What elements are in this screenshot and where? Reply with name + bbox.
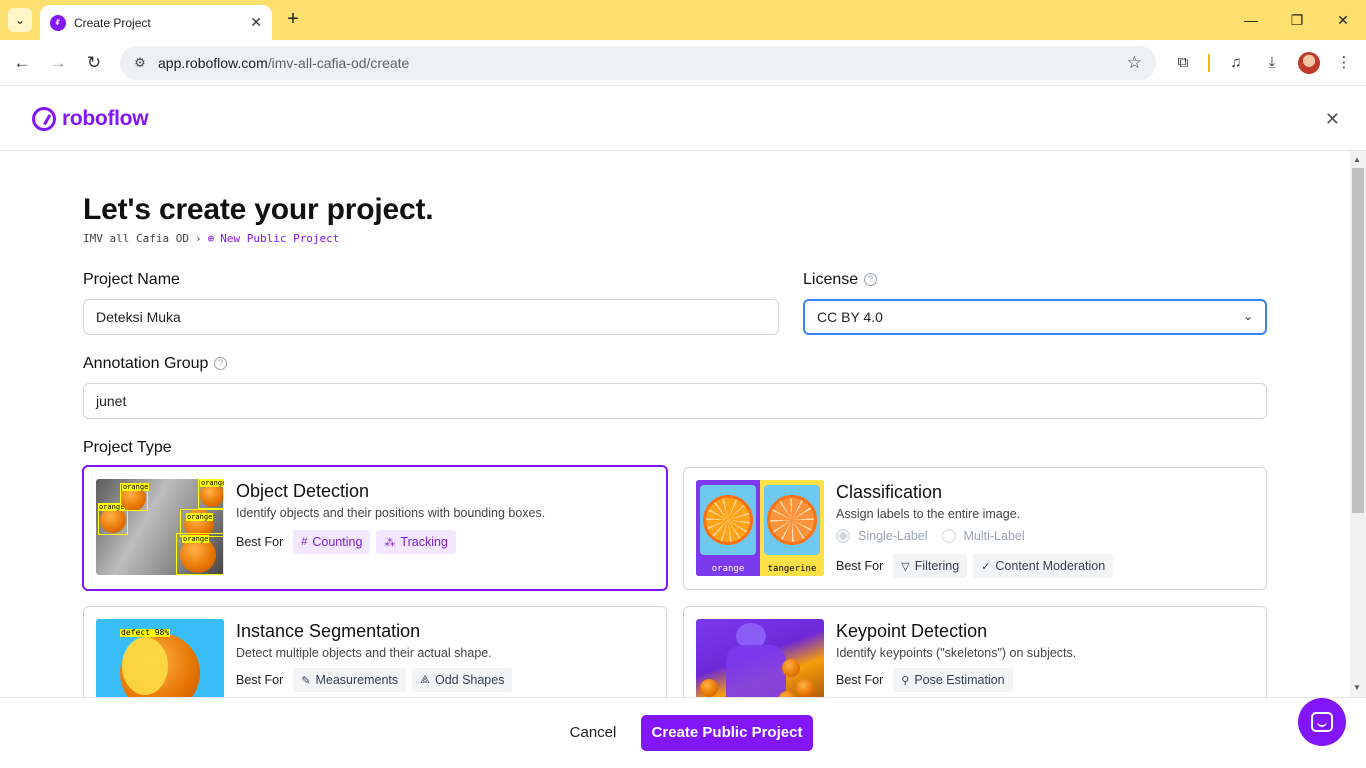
page-scrollbar[interactable]: ▲ ▼ (1350, 151, 1366, 697)
hash-icon: # (301, 536, 308, 548)
card-description: Detect multiple objects and their actual… (236, 646, 492, 660)
chevron-right-icon: › (194, 232, 202, 245)
keypoint-detection-thumbnail (696, 619, 824, 697)
card-description: Assign labels to the entire image. (836, 507, 1021, 521)
card-description: Identify objects and their positions wit… (236, 506, 546, 520)
shapes-icon: ⟁ (420, 673, 430, 686)
roboflow-logo[interactable]: roboflow (32, 107, 149, 131)
site-settings-icon[interactable]: ⚙ (130, 53, 150, 73)
best-for-label: Best For (836, 673, 884, 687)
classification-thumbnail: orange tangerine (696, 480, 824, 576)
breadcrumb: IMV all Cafia OD › ⊕ New Public Project (83, 232, 339, 245)
help-icon[interactable]: ? (214, 357, 228, 370)
cancel-button[interactable]: Cancel (555, 715, 631, 751)
reload-icon[interactable]: ↻ (82, 51, 106, 75)
back-icon[interactable]: ← (10, 51, 34, 75)
card-title: Keypoint Detection (836, 621, 988, 641)
instance-segmentation-thumbnail: defect 98% (96, 619, 224, 697)
scroll-up-icon[interactable]: ▲ (1353, 155, 1361, 164)
radio-multi-label[interactable]: Multi-Label (941, 529, 1025, 543)
check-icon: ✓ (981, 560, 991, 573)
minimize-icon[interactable]: — (1236, 8, 1266, 32)
browser-tab[interactable]: ᵲ Create Project ✕ (40, 5, 272, 40)
best-for-label: Best For (836, 559, 884, 573)
project-type-classification[interactable]: orange tangerine Classification Assign l… (683, 467, 1267, 590)
form-footer: Cancel Create Public Project (0, 697, 1366, 768)
browser-menu-icon[interactable]: ⋮ (1333, 52, 1355, 74)
help-icon[interactable]: ? (864, 273, 878, 286)
chip-odd-shapes: ⟁ Odd Shapes (412, 668, 513, 692)
best-for-label: Best For (236, 535, 284, 549)
license-label-wrap: License? (803, 271, 878, 289)
license-value: CC BY 4.0 (817, 309, 883, 325)
scrollbar-thumb[interactable] (1352, 168, 1364, 513)
tab-close-icon[interactable]: ✕ (250, 14, 262, 31)
object-detection-thumbnail: orange orange orange orange orange (96, 479, 224, 575)
label-mode-radios: Single-Label Multi-Label (836, 529, 1025, 543)
filter-icon: ▽ (901, 560, 910, 573)
chip-filtering: ▽ Filtering (893, 554, 968, 578)
project-type-object-detection[interactable]: orange orange orange orange orange Objec… (82, 465, 668, 591)
forward-icon[interactable]: → (46, 51, 70, 75)
chat-icon (1311, 712, 1333, 732)
card-title: Instance Segmentation (236, 621, 421, 641)
ruler-icon: ✎ (301, 674, 311, 687)
tab-title: Create Project (74, 15, 151, 30)
project-type-label: Project Type (83, 439, 172, 456)
media-controls-icon[interactable]: ♫ (1225, 52, 1247, 74)
best-for-row: Best For ▽ Filtering ✓ Content Moderation (836, 554, 1114, 578)
url-text: app.roboflow.com/imv-all-cafia-od/create (158, 55, 410, 71)
card-description: Identify keypoints ("skeletons") on subj… (836, 646, 1077, 660)
project-name-input[interactable]: Deteksi Muka (83, 299, 779, 335)
project-name-label: Project Name (83, 271, 180, 288)
restore-icon[interactable]: ❐ (1282, 8, 1312, 32)
best-for-row: Best For ⚲ Pose Estimation (836, 668, 1013, 692)
annotation-group-label: Annotation Group (83, 355, 209, 372)
chip-counting: # Counting (293, 530, 371, 554)
download-icon[interactable]: ⤓ (1261, 52, 1283, 74)
globe-icon: ⊕ (207, 232, 215, 245)
roboflow-logo-icon (32, 107, 56, 131)
tracking-icon: ⁂ (384, 536, 396, 549)
url-bar[interactable]: ⚙ app.roboflow.com/imv-all-cafia-od/crea… (120, 46, 1156, 80)
best-for-label: Best For (236, 673, 284, 687)
create-project-form: Let's create your project. IMV all Cafia… (0, 151, 1350, 697)
page-title: Let's create your project. (83, 193, 434, 226)
card-title: Object Detection (236, 481, 370, 501)
new-tab-icon[interactable]: + (282, 8, 304, 30)
close-icon[interactable]: ✕ (1325, 109, 1340, 130)
logo-text: roboflow (62, 107, 149, 130)
browser-tab-bar: ⌄ ᵲ Create Project ✕ + — ❐ ✕ (0, 0, 1366, 40)
project-type-keypoint-detection[interactable]: Keypoint Detection Identify keypoints ("… (683, 606, 1267, 697)
license-select[interactable]: CC BY 4.0 ⌄ (803, 299, 1267, 335)
annotation-group-label-wrap: Annotation Group? (83, 355, 228, 373)
chip-pose-estimation: ⚲ Pose Estimation (893, 668, 1013, 692)
chip-tracking: ⁂ Tracking (376, 530, 456, 554)
best-for-row: Best For # Counting ⁂ Tracking (236, 530, 456, 554)
chip-content-moderation: ✓ Content Moderation (973, 554, 1114, 578)
window-close-icon[interactable]: ✕ (1328, 8, 1358, 32)
create-public-project-button[interactable]: Create Public Project (641, 715, 813, 751)
extensions-icon[interactable]: ⧉ (1172, 52, 1194, 74)
bookmark-star-icon[interactable]: ☆ (1127, 53, 1142, 73)
breadcrumb-current: New Public Project (220, 232, 340, 245)
chat-support-button[interactable] (1298, 698, 1346, 746)
license-label: License (803, 271, 859, 288)
best-for-row: Best For ✎ Measurements ⟁ Odd Shapes (236, 668, 513, 692)
app-header: roboflow ✕ (0, 87, 1366, 151)
profile-avatar[interactable] (1298, 52, 1320, 74)
tab-search-chevron-icon[interactable]: ⌄ (8, 8, 32, 32)
chevron-down-icon: ⌄ (1242, 309, 1253, 323)
project-type-instance-segmentation[interactable]: defect 98% Instance Segmentation Detect … (83, 606, 667, 697)
address-toolbar: ← → ↻ ⚙ app.roboflow.com/imv-all-cafia-o… (0, 40, 1366, 86)
breadcrumb-workspace[interactable]: IMV all Cafia OD (83, 232, 189, 245)
annotation-group-input[interactable]: junet (83, 383, 1267, 419)
running-person-icon: ⚲ (901, 674, 910, 687)
scroll-down-icon[interactable]: ▼ (1353, 683, 1361, 692)
card-title: Classification (836, 482, 943, 502)
roboflow-favicon-icon: ᵲ (50, 14, 66, 31)
chip-measurements: ✎ Measurements (293, 668, 407, 692)
radio-single-label[interactable]: Single-Label (836, 529, 928, 543)
toolbar-divider (1208, 54, 1210, 72)
